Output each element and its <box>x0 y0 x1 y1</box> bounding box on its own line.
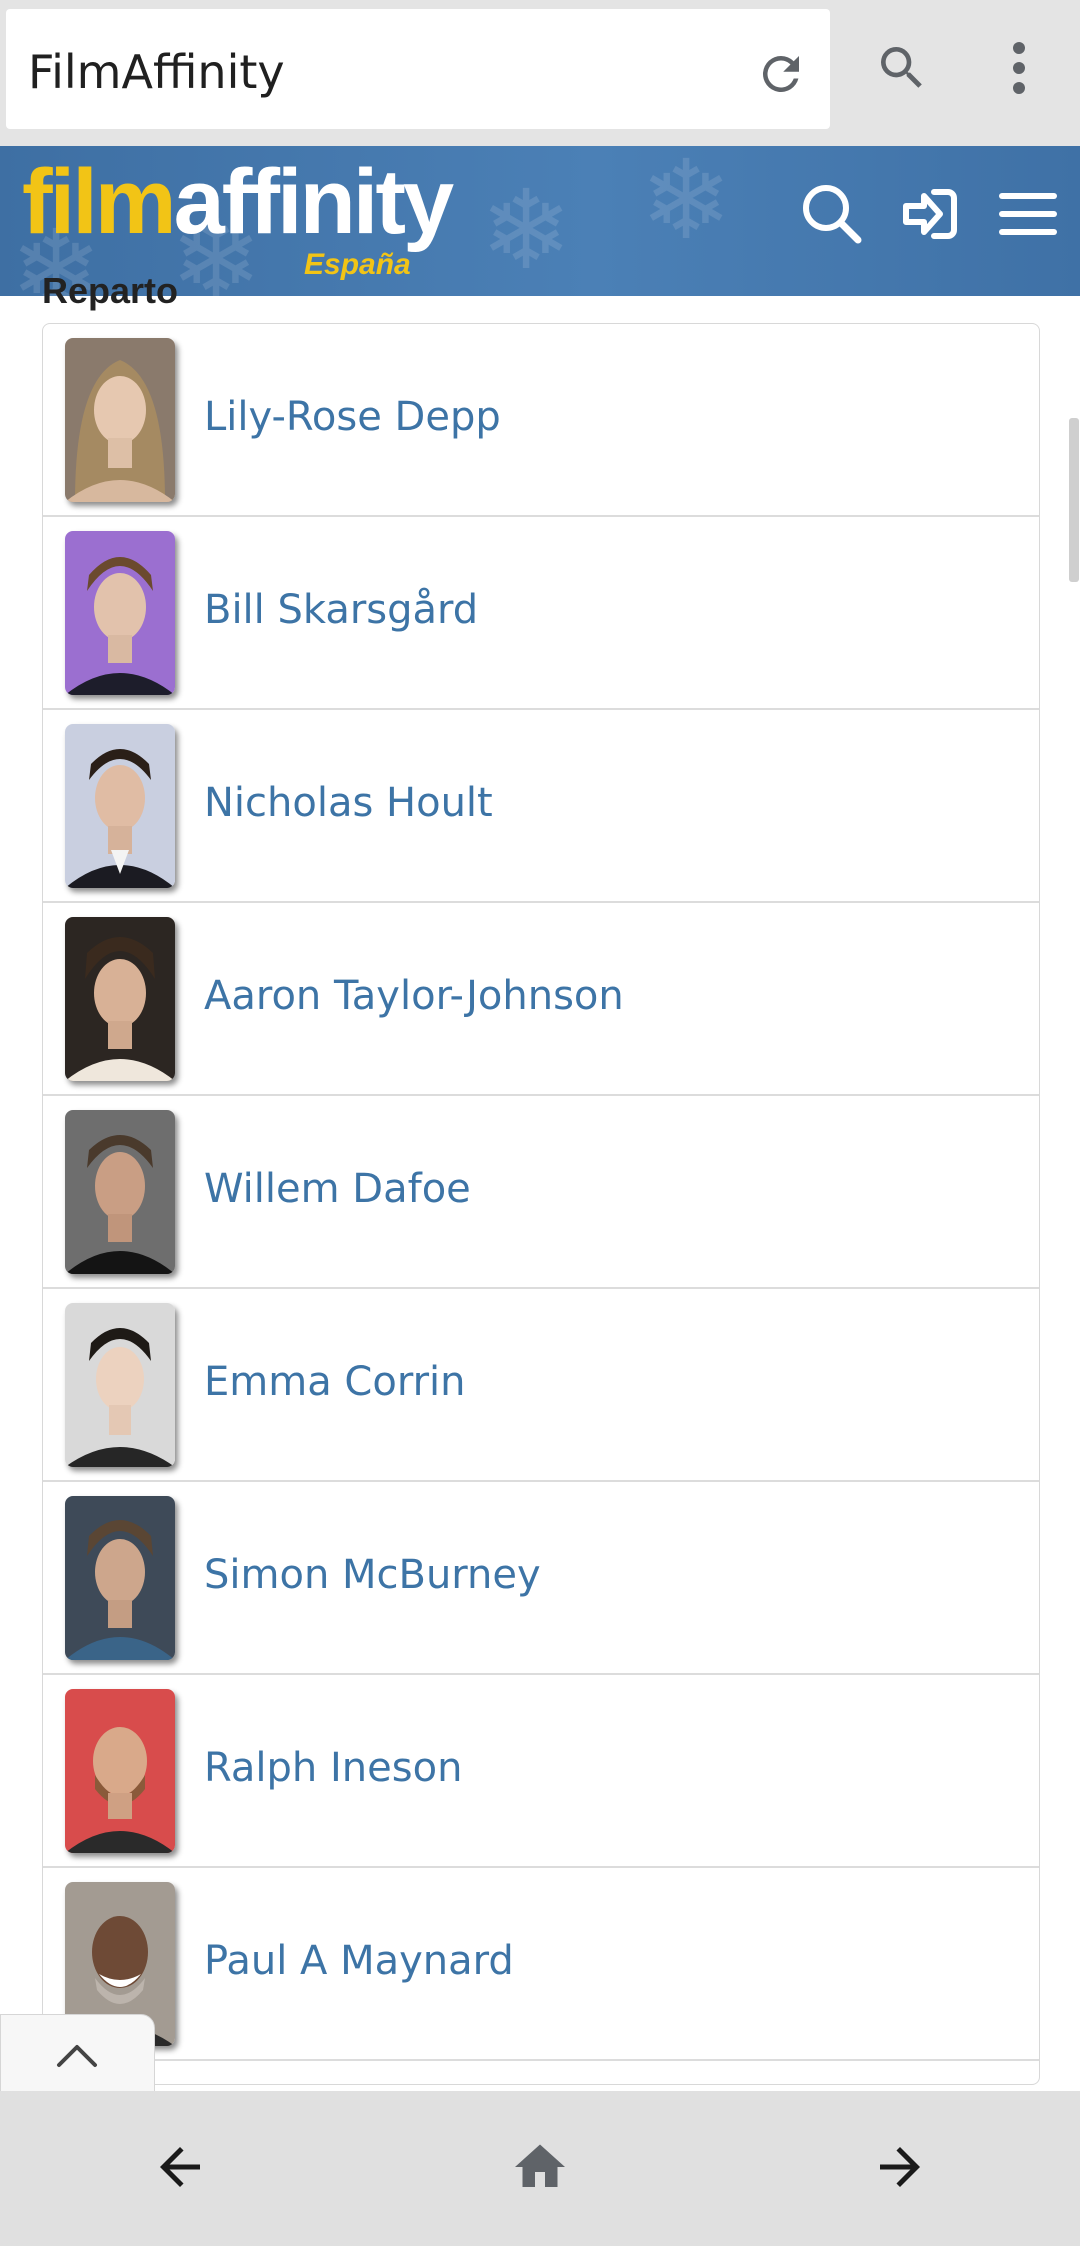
list-item[interactable]: Ralph Ineson <box>43 1675 1039 1868</box>
actor-name-link[interactable]: Bill Skarsgård <box>204 587 478 633</box>
more-vert-icon[interactable] <box>1002 40 1036 96</box>
list-item[interactable]: Paul A Maynard <box>43 1868 1039 2061</box>
list-item[interactable]: Emma Corrin <box>43 1289 1039 1482</box>
actor-photo[interactable] <box>65 1110 175 1274</box>
logo-country: España <box>304 248 411 281</box>
chevron-up-icon <box>57 2045 97 2067</box>
actor-name-link[interactable]: Lily-Rose Depp <box>204 394 501 440</box>
list-item[interactable]: Lily-Rose Depp <box>43 324 1039 517</box>
actor-photo[interactable] <box>65 1303 175 1467</box>
actor-name-link[interactable]: Aaron Taylor-Johnson <box>204 973 624 1019</box>
list-item[interactable]: Nicholas Hoult <box>43 710 1039 903</box>
actor-name-link[interactable]: Willem Dafoe <box>204 1166 471 1212</box>
logo-film-text: film <box>22 151 177 253</box>
address-bar[interactable]: FilmAffinity <box>6 9 830 129</box>
forward-arrow-icon[interactable] <box>870 2137 930 2197</box>
actor-name-link[interactable]: Ralph Ineson <box>204 1745 462 1791</box>
actor-name-link[interactable]: Nicholas Hoult <box>204 780 493 826</box>
section-title: Reparto <box>42 270 179 311</box>
actor-name-link[interactable]: Emma Corrin <box>204 1359 465 1405</box>
cast-list: Lily-Rose Depp Bill Skarsgård Nicholas H… <box>42 323 1040 2085</box>
bottom-navigation <box>0 2091 1080 2246</box>
menu-icon[interactable] <box>996 182 1060 246</box>
actor-name-link[interactable]: Paul A Maynard <box>204 1938 514 1984</box>
scrollbar-thumb[interactable] <box>1069 418 1079 582</box>
back-arrow-icon[interactable] <box>150 2137 210 2197</box>
site-logo[interactable]: filmaffinity <box>22 156 454 248</box>
actor-photo[interactable] <box>65 1689 175 1853</box>
actor-photo[interactable] <box>65 917 175 1081</box>
list-item[interactable]: Simon McBurney <box>43 1482 1039 1675</box>
actor-photo[interactable] <box>65 338 175 502</box>
actor-photo[interactable] <box>65 724 175 888</box>
scroll-to-top-button[interactable] <box>0 2014 155 2094</box>
login-icon[interactable] <box>898 182 962 246</box>
address-bar-text[interactable]: FilmAffinity <box>28 45 285 99</box>
reload-icon[interactable] <box>754 47 808 101</box>
list-item[interactable]: Bill Skarsgård <box>43 517 1039 710</box>
actor-photo[interactable] <box>65 531 175 695</box>
snowflake-decoration-icon: ❄ <box>480 169 573 292</box>
home-icon[interactable] <box>510 2137 570 2197</box>
list-item[interactable]: Willem Dafoe <box>43 1096 1039 1289</box>
actor-photo[interactable] <box>65 1496 175 1660</box>
actor-name-link[interactable]: Simon McBurney <box>204 1552 541 1598</box>
browser-toolbar: FilmAffinity <box>0 0 1080 146</box>
snowflake-decoration-icon: ❄ <box>640 146 733 262</box>
search-icon[interactable] <box>874 40 930 96</box>
search-icon[interactable] <box>800 182 864 246</box>
logo-affinity-text: affinity <box>173 151 455 253</box>
list-item[interactable]: Aaron Taylor-Johnson <box>43 903 1039 1096</box>
